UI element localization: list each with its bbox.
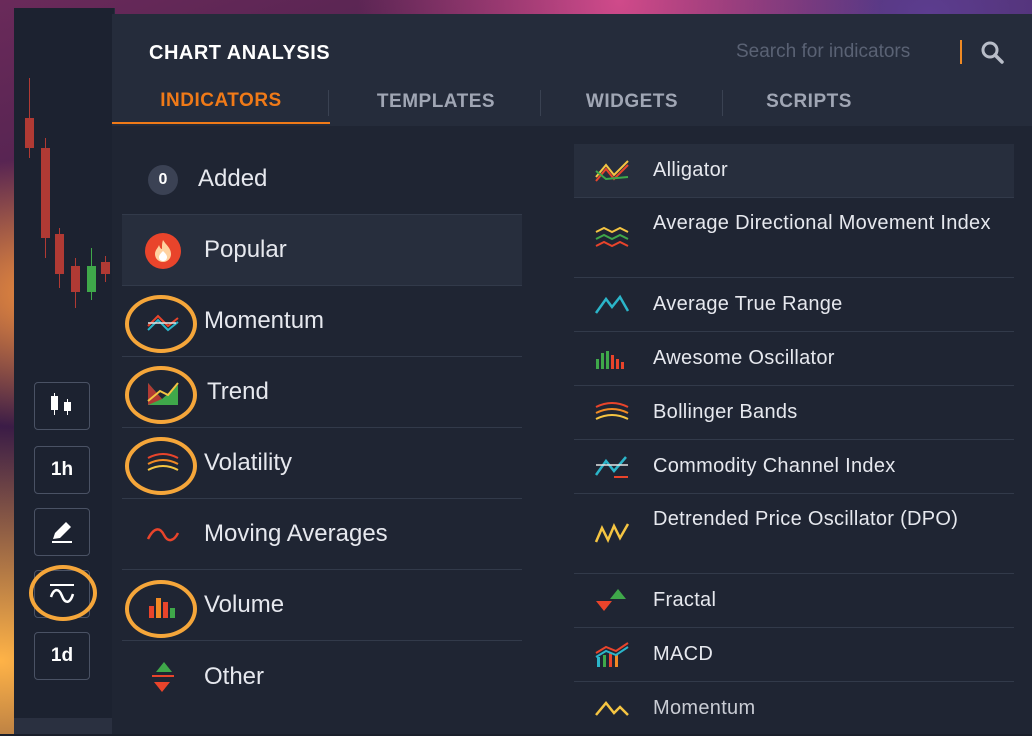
category-trend[interactable]: Trend — [122, 357, 522, 428]
category-label: Added — [198, 165, 268, 192]
indicator-alligator[interactable]: Alligator — [574, 144, 1014, 198]
category-volume[interactable]: Volume — [122, 570, 522, 641]
indicator-macd[interactable]: MACD — [574, 628, 1014, 682]
chart-area[interactable] — [14, 8, 115, 734]
tab-divider — [540, 90, 541, 116]
indicator-label: Awesome Oscillator — [653, 347, 835, 369]
category-volatility[interactable]: Volatility — [122, 428, 522, 499]
period-button[interactable]: 1d — [34, 632, 90, 680]
indicator-label: Momentum — [653, 697, 756, 719]
category-label: Other — [204, 662, 265, 690]
pencil-icon — [52, 522, 72, 543]
category-label: Volatility — [204, 449, 293, 476]
category-label: Volume — [204, 591, 285, 618]
category-label: Trend — [207, 378, 269, 405]
panel-header: CHART ANALYSIS INDICATORS TEMPLATES WIDG… — [112, 14, 1032, 126]
category-momentum[interactable]: Momentum — [122, 286, 522, 357]
indicator-fractal[interactable]: Fractal — [574, 574, 1014, 628]
period-label: 1d — [50, 645, 74, 666]
indicator-momentum[interactable]: Momentum — [574, 682, 1014, 736]
momentum-icon — [144, 303, 182, 341]
tab-label: SCRIPTS — [766, 91, 852, 112]
panel-title: CHART ANALYSIS — [149, 42, 331, 64]
chart-candle — [71, 266, 80, 292]
macd-icon — [592, 639, 632, 671]
tab-label: WIDGETS — [585, 91, 679, 112]
fractal-icon — [592, 585, 632, 617]
tab-templates[interactable]: TEMPLATES — [330, 80, 542, 124]
adx-icon — [592, 222, 632, 254]
chart-candle — [101, 262, 110, 274]
category-label: Moving Averages — [204, 520, 388, 547]
chart-footer-bar — [14, 718, 114, 734]
indicator-label: Commodity Channel Index — [653, 455, 896, 477]
indicators-icon — [49, 584, 75, 603]
indicator-label: Fractal — [653, 589, 717, 611]
tab-label: INDICATORS — [160, 90, 282, 111]
tab-scripts[interactable]: SCRIPTS — [724, 80, 894, 124]
category-label: Popular — [204, 236, 287, 263]
trend-icon — [144, 374, 182, 412]
added-count-badge: 0 — [148, 165, 178, 195]
tab-label: TEMPLATES — [376, 91, 496, 112]
chart-candle — [41, 148, 50, 238]
indicator-bollinger-bands[interactable]: Bollinger Bands — [574, 386, 1014, 440]
indicator-adx[interactable]: Average Directional Movement Index — [574, 198, 1014, 278]
volatility-icon — [144, 445, 182, 483]
chart-analysis-panel: CHART ANALYSIS INDICATORS TEMPLATES WIDG… — [112, 14, 1032, 734]
indicator-atr[interactable]: Average True Range — [574, 278, 1014, 332]
count-badge: 0 — [144, 161, 182, 199]
momentum-line-icon — [592, 693, 632, 725]
category-added[interactable]: 0 Added — [122, 144, 522, 215]
chart-type-button[interactable] — [34, 382, 90, 430]
timeframe-label: 1h — [50, 459, 74, 480]
text-caret — [960, 40, 962, 64]
chart-candle — [25, 118, 34, 148]
indicator-label: Detrended Price Oscillator (DPO) — [653, 508, 959, 530]
category-label: Momentum — [204, 307, 325, 334]
alligator-icon — [592, 155, 632, 187]
indicators-button[interactable] — [34, 570, 90, 618]
bollinger-icon — [592, 397, 632, 429]
fire-icon — [144, 232, 182, 270]
chart-candle — [87, 266, 96, 292]
draw-tools-button[interactable] — [34, 508, 90, 556]
moving-averages-icon — [144, 516, 182, 554]
search-icon[interactable] — [980, 40, 1006, 66]
tab-widgets[interactable]: WIDGETS — [542, 80, 722, 124]
tab-divider — [722, 90, 723, 116]
other-icon — [144, 658, 182, 696]
indicator-dpo[interactable]: Detrended Price Oscillator (DPO) — [574, 494, 1014, 574]
chart-candle — [55, 234, 64, 274]
search-input[interactable] — [736, 38, 964, 66]
indicator-label: Average Directional Movement Index — [653, 212, 991, 234]
tab-divider — [328, 90, 329, 116]
tab-bar: INDICATORS TEMPLATES WIDGETS SCRIPTS — [112, 80, 912, 126]
indicator-label: Bollinger Bands — [653, 401, 798, 423]
indicator-label: Alligator — [653, 159, 728, 181]
volume-icon — [144, 587, 182, 625]
category-other[interactable]: Other — [122, 641, 522, 712]
dpo-icon — [592, 518, 632, 550]
timeframe-button[interactable]: 1h — [34, 446, 90, 494]
tab-indicators[interactable]: INDICATORS — [112, 80, 330, 124]
category-popular[interactable]: Popular — [122, 215, 522, 286]
indicator-label: Average True Range — [653, 293, 843, 315]
indicator-awesome-oscillator[interactable]: Awesome Oscillator — [574, 332, 1014, 386]
search-box[interactable] — [732, 38, 1012, 68]
candles-icon — [51, 393, 71, 415]
cci-icon — [592, 451, 632, 483]
indicator-cci[interactable]: Commodity Channel Index — [574, 440, 1014, 494]
atr-icon — [592, 289, 632, 321]
category-moving-averages[interactable]: Moving Averages — [122, 499, 522, 570]
indicator-label: MACD — [653, 643, 714, 665]
awesome-oscillator-icon — [592, 343, 632, 375]
